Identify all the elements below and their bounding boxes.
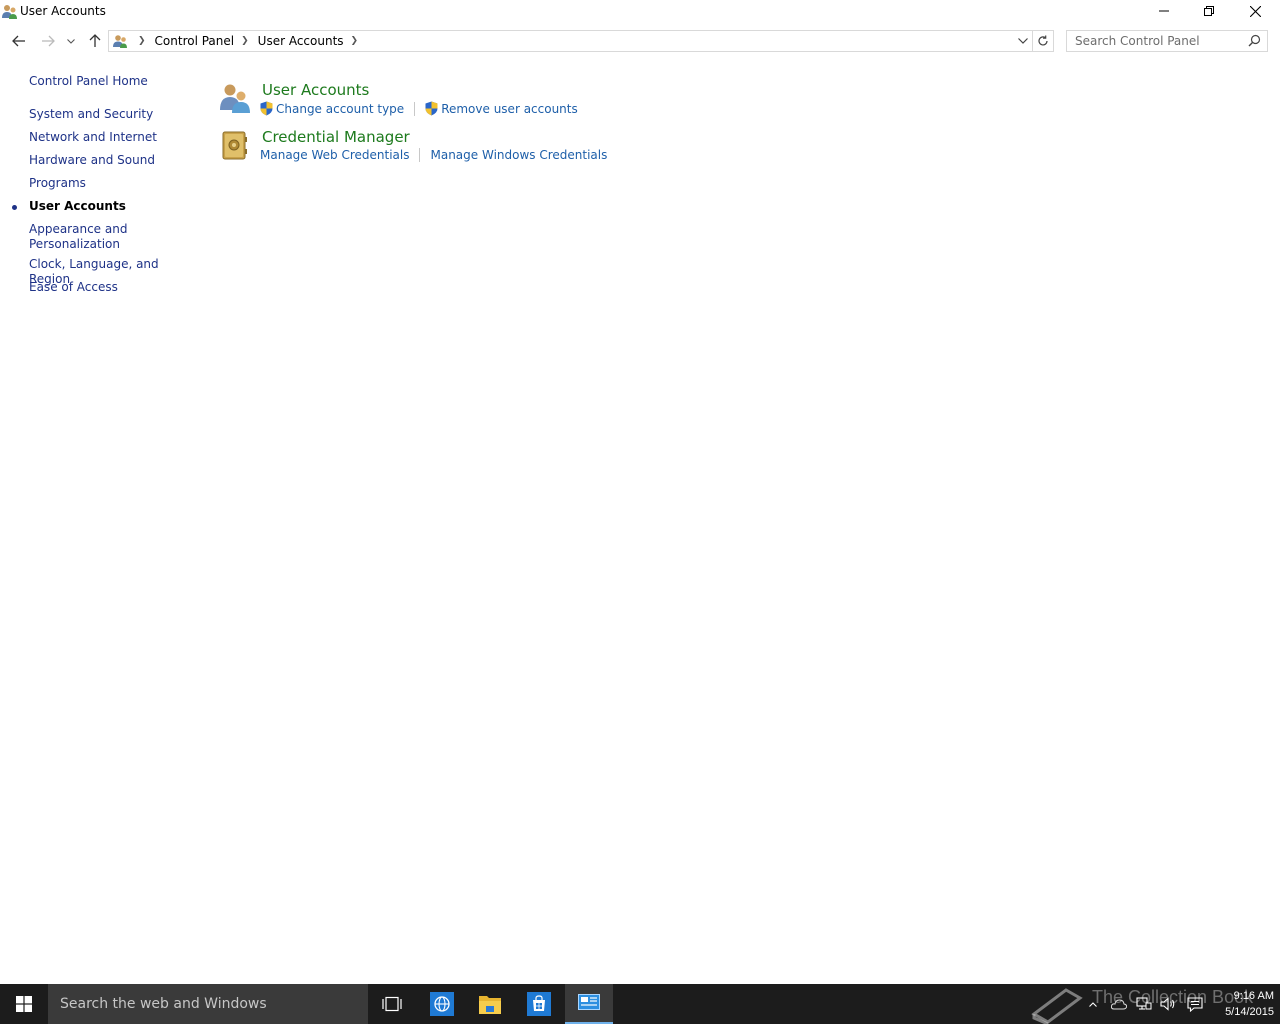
folder-icon <box>479 996 501 1014</box>
taskbar-search[interactable] <box>48 984 368 1024</box>
address-history-dropdown[interactable] <box>1013 30 1033 52</box>
close-button[interactable] <box>1232 0 1278 22</box>
browser-icon <box>430 992 454 1016</box>
users-icon <box>2 5 17 19</box>
user-accounts-heading-link[interactable]: User Accounts <box>262 81 369 99</box>
speaker-icon <box>1159 997 1174 1011</box>
minimize-button[interactable] <box>1141 0 1187 22</box>
restore-button[interactable] <box>1186 0 1232 22</box>
close-icon <box>1249 5 1261 17</box>
change-account-type-link[interactable]: Change account type <box>260 101 404 116</box>
chevron-up-icon <box>1089 1001 1097 1007</box>
task-view-icon <box>382 996 402 1012</box>
credential-manager-heading-link[interactable]: Credential Manager <box>262 128 410 146</box>
address-bar[interactable]: ❯ Control Panel ❯ User Accounts ❯ <box>108 30 1033 52</box>
window-title: User Accounts <box>20 4 106 18</box>
nav-item-system-security[interactable]: System and Security <box>29 107 194 122</box>
arrow-left-icon <box>12 35 25 47</box>
nav-item-user-accounts[interactable]: User Accounts <box>29 199 194 214</box>
clock-time: 9:16 AM <box>1233 990 1274 1002</box>
clock-date: 5/14/2015 <box>1225 1006 1274 1018</box>
control-panel-home-link[interactable]: Control Panel Home <box>29 74 194 89</box>
manage-windows-credentials-link[interactable]: Manage Windows Credentials <box>430 148 607 162</box>
up-button[interactable] <box>84 30 106 52</box>
users-icon <box>113 35 127 48</box>
uac-shield-icon <box>260 101 273 116</box>
minimize-icon <box>1159 10 1169 12</box>
store-icon <box>527 992 551 1016</box>
title-bar: User Accounts <box>0 0 1280 24</box>
nav-item-network-internet[interactable]: Network and Internet <box>29 130 194 145</box>
forward-button[interactable] <box>37 30 59 52</box>
recent-locations-button[interactable] <box>62 30 80 52</box>
uac-shield-icon <box>425 101 438 116</box>
network-button[interactable] <box>1133 984 1155 1024</box>
credential-manager-links: Manage Web Credentials Manage Windows Cr… <box>260 148 607 162</box>
restore-icon <box>1204 6 1214 16</box>
back-button[interactable] <box>8 30 30 52</box>
chevron-right-icon[interactable]: ❯ <box>241 36 249 46</box>
book-icon <box>1031 988 1083 1024</box>
clock[interactable]: 9:16 AM 5/14/2015 <box>1208 988 1274 1020</box>
cloud-icon <box>1111 999 1127 1010</box>
users-icon[interactable] <box>218 81 252 115</box>
taskbar-file-explorer[interactable] <box>466 984 514 1024</box>
taskbar-store[interactable] <box>515 984 563 1024</box>
change-account-type-label: Change account type <box>276 101 405 116</box>
notification-icon <box>1187 996 1203 1012</box>
show-hidden-icons-button[interactable] <box>1085 984 1101 1024</box>
nav-item-ease-of-access[interactable]: Ease of Access <box>29 280 194 295</box>
windows-logo-icon <box>16 996 32 1012</box>
chevron-down-icon <box>1018 38 1028 44</box>
action-center-button[interactable] <box>1183 984 1207 1024</box>
search-input[interactable] <box>1067 31 1243 51</box>
nav-item-hardware-sound[interactable]: Hardware and Sound <box>29 153 194 168</box>
refresh-button[interactable] <box>1033 30 1054 52</box>
current-item-bullet <box>12 205 17 210</box>
chevron-down-icon <box>67 38 75 44</box>
chevron-right-icon[interactable]: ❯ <box>138 36 146 46</box>
link-divider <box>419 148 421 162</box>
taskbar-search-input[interactable] <box>48 984 368 1024</box>
breadcrumb-control-panel[interactable]: Control Panel <box>155 34 235 48</box>
arrow-right-icon <box>42 35 55 47</box>
remove-user-accounts-label: Remove user accounts <box>441 101 578 116</box>
taskbar-internet-explorer[interactable] <box>418 984 466 1024</box>
nav-item-appearance-personalization[interactable]: Appearance and Personalization <box>29 222 139 252</box>
search-box[interactable] <box>1066 30 1268 52</box>
tray-app-icon[interactable] <box>1107 984 1131 1024</box>
start-button[interactable] <box>0 984 48 1024</box>
breadcrumb-user-accounts[interactable]: User Accounts <box>258 34 344 48</box>
search-icon[interactable] <box>1248 34 1261 47</box>
chevron-right-icon[interactable]: ❯ <box>351 36 359 46</box>
breadcrumb: ❯ Control Panel ❯ User Accounts ❯ <box>131 31 367 51</box>
nav-item-programs[interactable]: Programs <box>29 176 194 191</box>
user-accounts-links: Change account type Remove user accounts <box>260 101 578 116</box>
taskbar: The Collection Book 9:16 <box>0 984 1280 1024</box>
task-view-button[interactable] <box>368 984 416 1024</box>
arrow-up-icon <box>89 34 101 47</box>
refresh-icon <box>1038 35 1048 46</box>
link-divider <box>414 101 416 116</box>
vault-icon[interactable] <box>218 128 252 162</box>
volume-button[interactable] <box>1157 984 1179 1024</box>
taskbar-control-panel[interactable] <box>565 984 613 1024</box>
manage-web-credentials-link[interactable]: Manage Web Credentials <box>260 148 409 162</box>
remove-user-accounts-link[interactable]: Remove user accounts <box>425 101 578 116</box>
network-icon <box>1136 997 1152 1010</box>
control-panel-icon <box>578 994 600 1010</box>
